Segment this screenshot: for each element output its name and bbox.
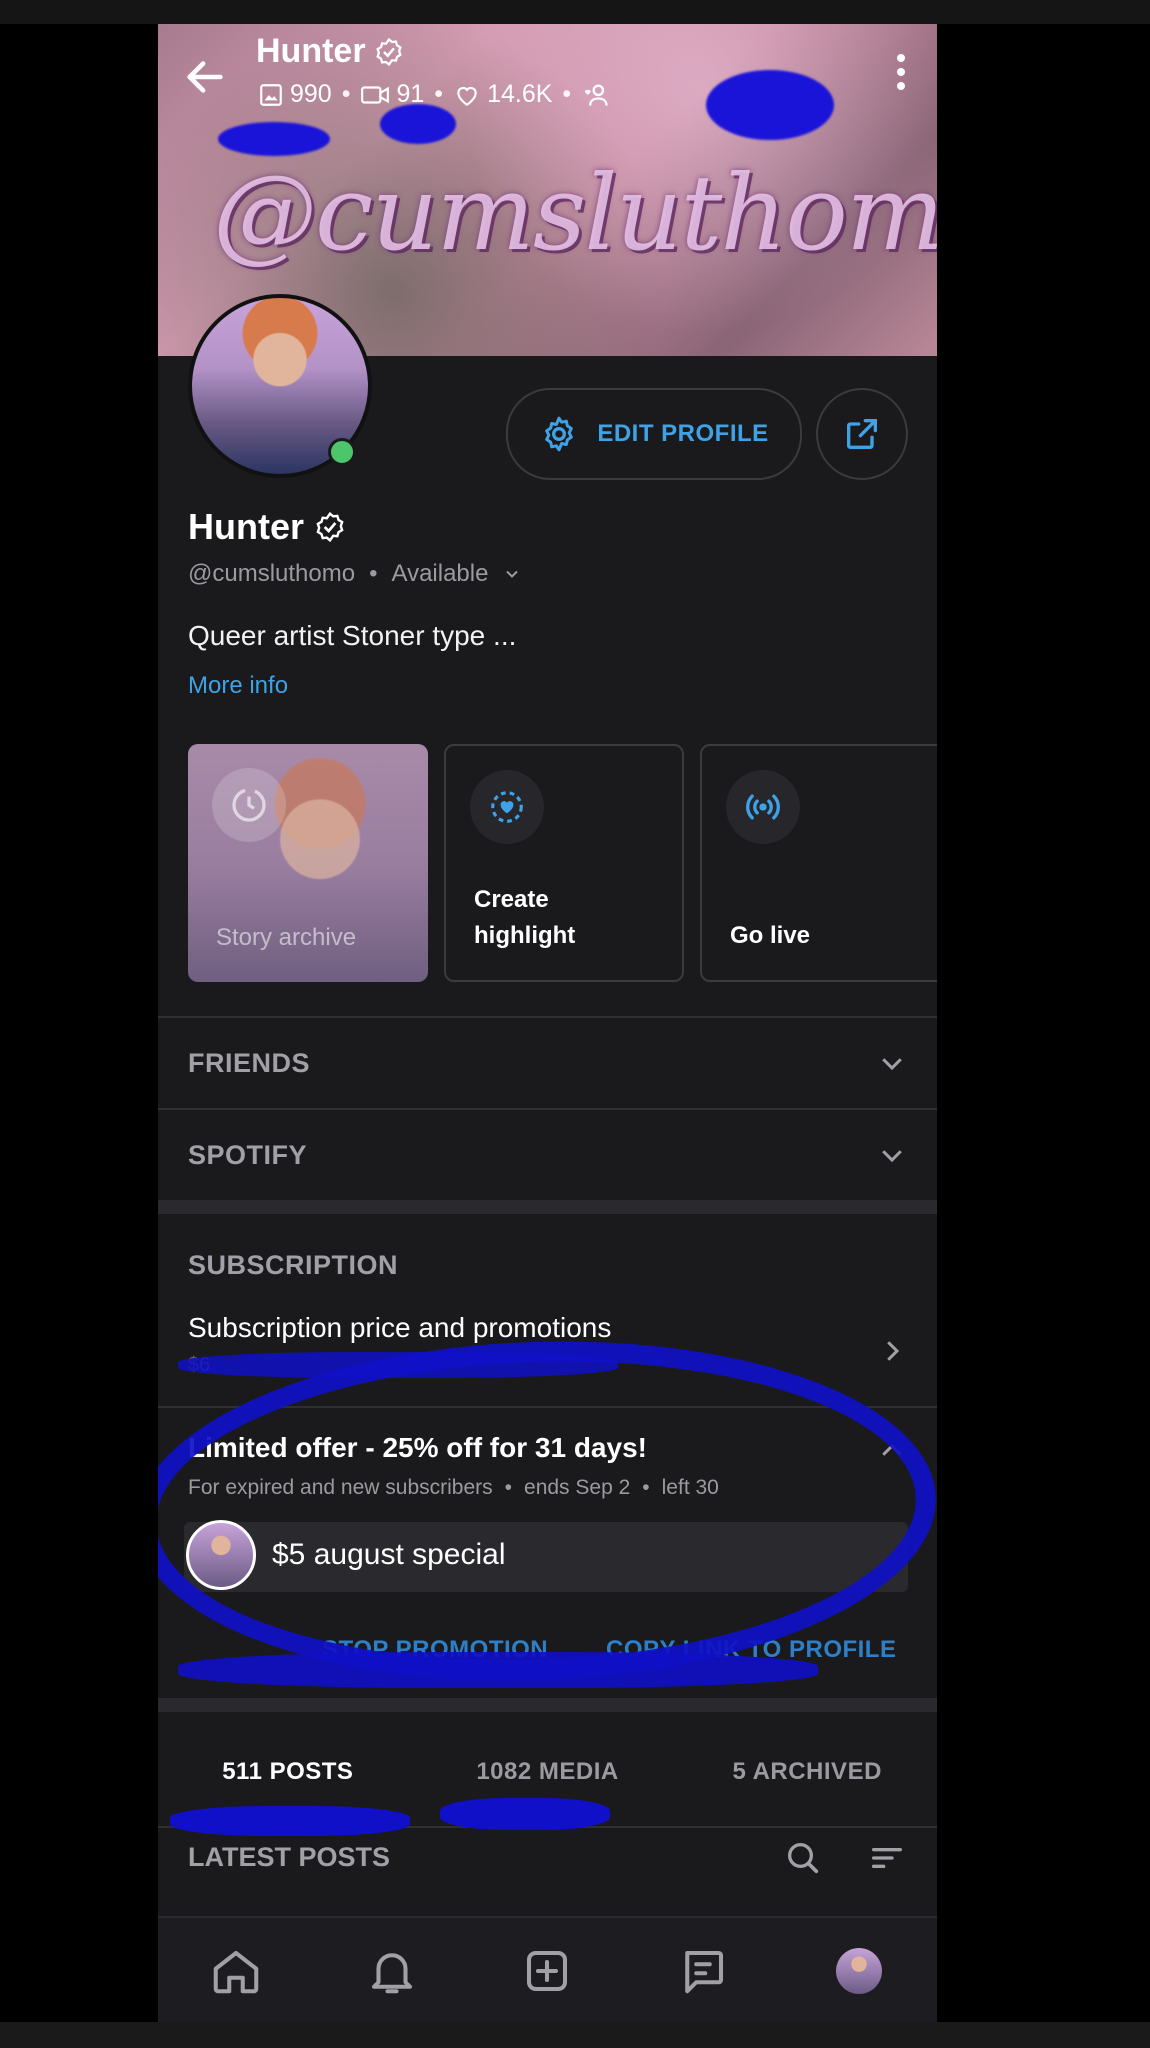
story-archive-icon-wrap: [212, 768, 286, 842]
chevron-down-icon[interactable]: [877, 1140, 907, 1170]
gear-icon: [545, 416, 574, 452]
photos-stat: 990: [258, 80, 332, 109]
redaction-scribble: [380, 104, 456, 144]
section-divider: [158, 1016, 937, 1018]
story-archive-label: Story archive: [216, 924, 357, 951]
tab-archived[interactable]: 5 ARCHIVED: [677, 1718, 937, 1826]
redaction-scribble: [218, 122, 330, 156]
chevron-down-icon[interactable]: [877, 1048, 907, 1078]
share-profile-button[interactable]: [816, 388, 908, 480]
search-icon[interactable]: [783, 1838, 823, 1878]
create-highlight-icon-wrap: [470, 770, 544, 844]
section-separator: [158, 1698, 937, 1712]
device-status-strip: [0, 0, 1150, 24]
heart-outline-icon: [457, 86, 477, 106]
profile-stats: 990 • 91 • 14.6K •: [258, 80, 611, 109]
videos-stat: 91: [360, 80, 424, 109]
home-icon: [213, 1950, 259, 1994]
likes-count: 14.6K: [487, 80, 553, 108]
stat-separator: •: [562, 80, 572, 108]
handle-separator: •: [369, 560, 378, 587]
subscription-price-link[interactable]: Subscription price and promotions: [188, 1312, 611, 1344]
stat-separator: •: [434, 80, 444, 108]
profile-handle: @cumsluthomo: [188, 560, 356, 587]
redaction-scribble: [440, 1798, 610, 1830]
profile-bio: Queer artist Stoner type ...: [188, 620, 517, 651]
bottom-navigation: [158, 1916, 937, 2022]
stat-separator: •: [341, 80, 351, 108]
subscription-section-title: SUBSCRIPTION: [188, 1250, 399, 1280]
bell-icon: [371, 1953, 412, 1994]
story-archive-card[interactable]: Story archive: [188, 744, 428, 982]
header-title: Hunter: [256, 32, 404, 71]
nav-home[interactable]: [206, 1941, 266, 2001]
banner-watermark-text: @cumsluthomo: [213, 152, 937, 274]
image-icon: [260, 83, 282, 106]
header-title-text: Hunter: [256, 32, 366, 70]
redaction-scribble: [178, 1652, 818, 1688]
fans-icon: [585, 84, 608, 106]
verified-badge-icon: [316, 511, 344, 543]
more-options-icon[interactable]: [895, 52, 907, 92]
clock-icon: [232, 788, 266, 822]
redaction-scribble: [178, 1352, 618, 1378]
chat-icon: [685, 1950, 724, 1994]
verified-badge-icon: [375, 37, 402, 66]
latest-posts-heading: LATEST POSTS: [188, 1842, 391, 1872]
back-arrow-icon[interactable]: [182, 54, 228, 100]
friends-section-title[interactable]: FRIENDS: [188, 1048, 310, 1079]
profile-name: Hunter: [188, 506, 346, 548]
broadcast-icon: [746, 794, 780, 820]
share-icon: [847, 419, 877, 449]
nav-profile[interactable]: [829, 1941, 889, 2001]
profile-screen: @cumsluthomo Hunter 990 • 91 • 14.6K • E…: [158, 24, 937, 2022]
videos-count: 91: [396, 80, 425, 108]
more-info-link[interactable]: More info: [188, 672, 288, 700]
availability-status[interactable]: Available: [392, 560, 489, 588]
nav-notifications[interactable]: [362, 1941, 422, 2001]
spotify-section-title[interactable]: SPOTIFY: [188, 1140, 307, 1171]
handle-row: @cumsluthomo • Available: [188, 560, 522, 588]
edit-profile-button[interactable]: EDIT PROFILE: [506, 388, 802, 480]
edit-profile-label: EDIT PROFILE: [597, 420, 769, 447]
online-status-dot: [328, 438, 356, 466]
go-live-card[interactable]: Go live: [700, 744, 937, 982]
create-highlight-line1: Create: [474, 886, 549, 913]
chevron-down-icon[interactable]: [502, 564, 522, 584]
redaction-scribble: [706, 70, 834, 140]
chevron-right-icon[interactable]: [877, 1336, 907, 1366]
profile-name-text: Hunter: [188, 506, 304, 547]
video-camera-icon: [361, 85, 390, 104]
latest-posts-actions: [783, 1838, 907, 1878]
sort-icon[interactable]: [867, 1838, 907, 1878]
nav-create-post[interactable]: [517, 1941, 577, 2001]
section-separator: [158, 1200, 937, 1214]
photos-count: 990: [290, 80, 332, 108]
nav-messages[interactable]: [673, 1941, 733, 2001]
create-highlight-card[interactable]: Create highlight: [444, 744, 684, 982]
create-highlight-label: Create highlight: [474, 882, 575, 954]
likes-stat: 14.6K: [453, 80, 552, 109]
go-live-icon-wrap: [726, 770, 800, 844]
create-highlight-line2: highlight: [474, 922, 576, 949]
heart-icon: [491, 791, 523, 823]
go-live-label: Go live: [730, 922, 811, 949]
device-navigation-strip: [0, 2022, 1150, 2048]
add-square-icon: [527, 1950, 568, 1992]
redaction-scribble: [170, 1806, 410, 1836]
section-divider: [158, 1108, 937, 1110]
avatar: [836, 1948, 883, 1994]
